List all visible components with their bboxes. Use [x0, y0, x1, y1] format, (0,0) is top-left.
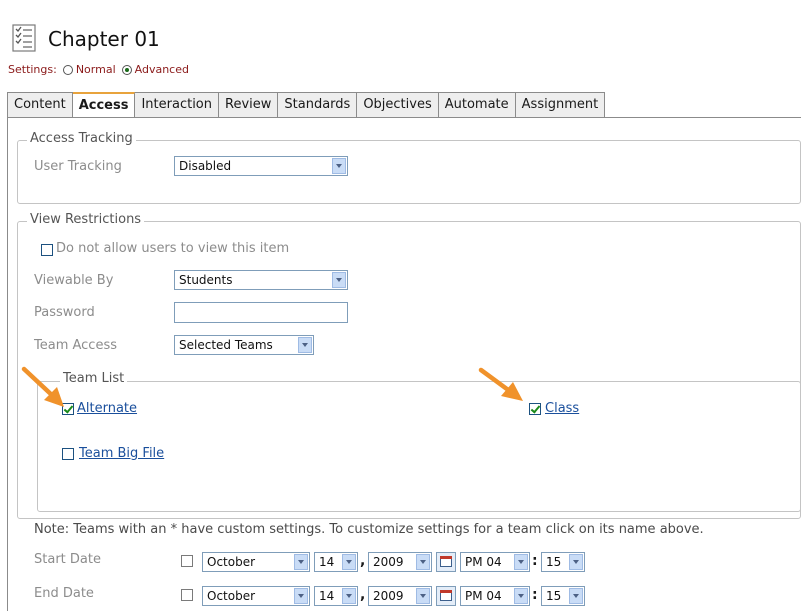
team-access-value: Selected Teams [179, 338, 273, 352]
tab-review[interactable]: Review [219, 92, 279, 118]
chevron-down-icon [294, 554, 308, 570]
end-time-colon: : [532, 587, 538, 603]
chevron-down-icon [294, 588, 308, 604]
end-hour-value: PM 04 [465, 589, 502, 603]
user-tracking-select[interactable]: Disabled [174, 156, 348, 176]
mode-advanced-label[interactable]: Advanced [135, 63, 189, 76]
chevron-down-icon [514, 554, 528, 570]
end-hour-select[interactable]: PM 04 [460, 586, 530, 606]
chevron-down-icon [569, 588, 583, 604]
start-date-enable-checkbox[interactable] [181, 555, 193, 567]
password-label: Password [34, 305, 95, 320]
password-input[interactable] [174, 302, 348, 323]
tab-interaction[interactable]: Interaction [135, 92, 219, 118]
end-minute-value: 15 [546, 589, 562, 603]
chevron-down-icon [569, 554, 583, 570]
tab-bar: Content Access Interaction Review Standa… [7, 92, 606, 118]
chevron-down-icon [416, 554, 430, 570]
chevron-down-icon [342, 588, 356, 604]
end-month-select[interactable]: October [202, 586, 310, 606]
viewable-by-select[interactable]: Students [174, 270, 348, 290]
team-class-checkbox[interactable] [529, 403, 541, 415]
chevron-down-icon [332, 158, 346, 174]
do-not-allow-checkbox[interactable] [41, 244, 53, 256]
chevron-down-icon [332, 272, 346, 288]
tab-content[interactable]: Content [7, 92, 73, 118]
start-year-value: 2009 [373, 555, 404, 569]
start-day-value: 14 [319, 555, 335, 569]
annotation-arrow-icon [21, 366, 64, 407]
end-year-select[interactable]: 2009 [368, 586, 432, 606]
start-time-colon: : [532, 553, 538, 569]
annotation-arrow-icon [478, 367, 523, 401]
start-month-value: October [207, 555, 256, 569]
tab-standards[interactable]: Standards [278, 92, 358, 118]
settings-label: Settings: [8, 63, 57, 76]
start-day-select[interactable]: 14 [314, 552, 358, 572]
end-date-separator: , [360, 587, 366, 603]
page-title: Chapter 01 [48, 27, 160, 51]
end-date-enable-checkbox[interactable] [181, 589, 193, 601]
custom-settings-note: Note: Teams with an * have custom settin… [34, 522, 704, 537]
team-big-file-link[interactable]: Team Big File [79, 446, 164, 461]
viewable-by-value: Students [179, 273, 233, 287]
team-access-label: Team Access [34, 338, 117, 353]
user-tracking-label: User Tracking [34, 159, 122, 174]
start-minute-select[interactable]: 15 [541, 552, 585, 572]
end-calendar-icon[interactable] [436, 586, 456, 606]
mode-normal-label[interactable]: Normal [76, 63, 116, 76]
team-alternate-link[interactable]: Alternate [77, 401, 137, 416]
mode-normal-radio[interactable] [62, 64, 73, 75]
start-month-select[interactable]: October [202, 552, 310, 572]
start-year-select[interactable]: 2009 [368, 552, 432, 572]
access-tracking-legend: Access Tracking [27, 131, 136, 146]
start-hour-value: PM 04 [465, 555, 502, 569]
end-day-select[interactable]: 14 [314, 586, 358, 606]
chevron-down-icon [514, 588, 528, 604]
start-date-label: Start Date [34, 552, 101, 567]
tab-objectives[interactable]: Objectives [357, 92, 439, 118]
team-class-link[interactable]: Class [545, 401, 579, 416]
mode-advanced-radio[interactable] [121, 64, 132, 75]
tab-access[interactable]: Access [72, 92, 136, 118]
start-hour-select[interactable]: PM 04 [460, 552, 530, 572]
start-calendar-icon[interactable] [436, 552, 456, 572]
page-list-icon [12, 24, 36, 52]
do-not-allow-label[interactable]: Do not allow users to view this item [56, 241, 289, 256]
start-date-separator: , [360, 553, 366, 569]
end-date-label: End Date [34, 586, 94, 601]
team-big-file-checkbox[interactable] [62, 448, 74, 460]
tab-bar-divider [7, 117, 801, 118]
team-access-select[interactable]: Selected Teams [174, 335, 314, 355]
end-minute-select[interactable]: 15 [541, 586, 585, 606]
end-month-value: October [207, 589, 256, 603]
tab-automate[interactable]: Automate [438, 92, 516, 118]
chevron-down-icon [298, 337, 312, 353]
settings-mode-row: Settings: Normal Advanced [8, 63, 189, 76]
end-day-value: 14 [319, 589, 335, 603]
view-restrictions-legend: View Restrictions [27, 212, 145, 227]
access-tracking-group [17, 140, 801, 204]
user-tracking-value: Disabled [179, 159, 232, 173]
viewable-by-label: Viewable By [34, 273, 114, 288]
chevron-down-icon [342, 554, 356, 570]
start-minute-value: 15 [546, 555, 562, 569]
tab-assignment[interactable]: Assignment [515, 92, 606, 118]
panel-left-border [7, 118, 8, 611]
chevron-down-icon [416, 588, 430, 604]
end-year-value: 2009 [373, 589, 404, 603]
